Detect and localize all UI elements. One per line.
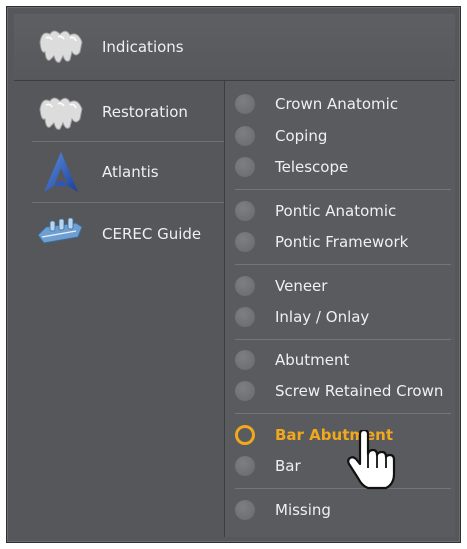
divider <box>235 488 451 489</box>
indications-header[interactable]: Indications <box>14 14 455 81</box>
radio-button[interactable] <box>235 126 255 146</box>
option-label: Crown Anatomic <box>275 95 399 113</box>
option-label: Veneer <box>275 277 328 295</box>
option-abutment[interactable]: Abutment <box>225 347 455 375</box>
atlantis-logo-icon <box>44 152 78 192</box>
option-bar[interactable]: Bar <box>225 453 455 481</box>
radio-button[interactable] <box>235 94 255 114</box>
option-veneer[interactable]: Veneer <box>225 273 455 301</box>
option-pontic-framework[interactable]: Pontic Framework <box>225 229 455 257</box>
sidebar-item-atlantis[interactable]: Atlantis <box>14 142 224 202</box>
sidebar-item-restoration[interactable]: Restoration <box>14 81 224 141</box>
option-label: Screw Retained Crown <box>275 382 444 400</box>
option-label: Missing <box>275 501 331 519</box>
sidebar-item-cerec-guide[interactable]: CEREC Guide <box>14 203 224 263</box>
radio-button-selected[interactable] <box>235 425 255 445</box>
divider <box>235 413 451 414</box>
sidebar-item-label: Restoration <box>102 103 188 121</box>
radio-button[interactable] <box>235 201 255 221</box>
radio-button[interactable] <box>235 157 255 177</box>
hand-pointer-icon <box>347 430 396 490</box>
sidebar: Restoration Atlantis CEREC Guide <box>14 81 224 537</box>
option-label: Pontic Framework <box>275 233 409 251</box>
option-coping[interactable]: Coping <box>225 123 455 151</box>
option-screw-retained-crown[interactable]: Screw Retained Crown <box>225 378 455 406</box>
radio-button[interactable] <box>235 232 255 252</box>
radio-button[interactable] <box>235 307 255 327</box>
option-missing[interactable]: Missing <box>225 497 455 525</box>
cerec-guide-icon <box>37 217 83 244</box>
option-inlay-onlay[interactable]: Inlay / Onlay <box>225 304 455 332</box>
option-label: Telescope <box>275 158 349 176</box>
teeth-icon <box>39 97 83 130</box>
option-crown-anatomic[interactable]: Crown Anatomic <box>225 91 455 119</box>
radio-button[interactable] <box>235 456 255 476</box>
option-telescope[interactable]: Telescope <box>225 154 455 182</box>
option-pontic-anatomic[interactable]: Pontic Anatomic <box>225 198 455 226</box>
sidebar-item-label: Atlantis <box>102 163 159 181</box>
option-label: Coping <box>275 127 328 145</box>
teeth-icon <box>39 30 83 63</box>
option-label: Abutment <box>275 351 350 369</box>
divider <box>235 189 451 190</box>
divider <box>235 339 451 340</box>
option-bar-abutment[interactable]: Bar Abutment <box>225 422 455 450</box>
radio-button[interactable] <box>235 381 255 401</box>
option-label: Inlay / Onlay <box>275 308 370 326</box>
indication-options: Crown Anatomic Coping Telescope Pontic A… <box>225 81 455 537</box>
radio-button[interactable] <box>235 276 255 296</box>
indications-title: Indications <box>102 38 184 56</box>
option-label: Pontic Anatomic <box>275 202 397 220</box>
sidebar-item-label: CEREC Guide <box>102 225 202 243</box>
option-label: Bar <box>275 457 301 475</box>
radio-button[interactable] <box>235 500 255 520</box>
radio-button[interactable] <box>235 350 255 370</box>
divider <box>235 264 451 265</box>
